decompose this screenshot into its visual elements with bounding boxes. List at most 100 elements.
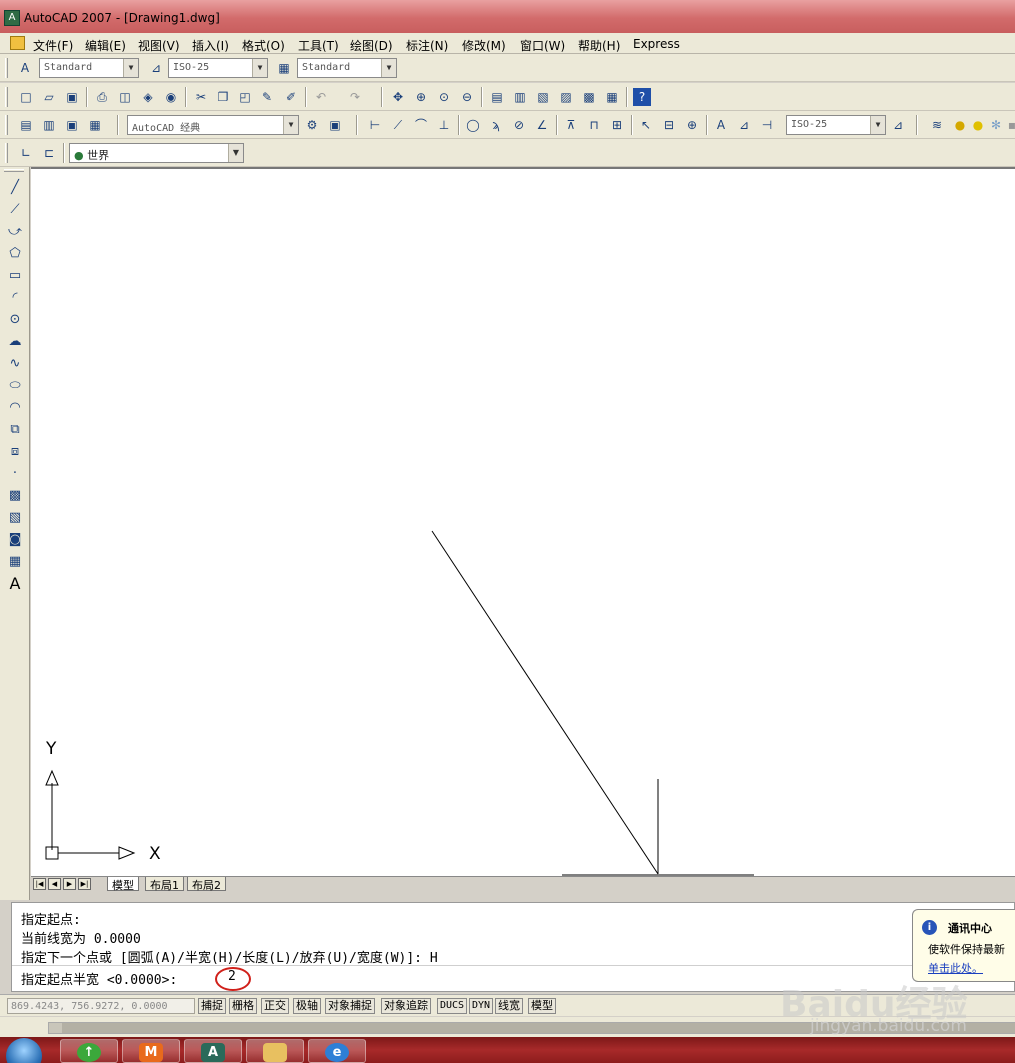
menu-file[interactable]: 文件(F) [33,37,73,54]
workspace-save-icon[interactable]: ▣ [326,116,344,134]
zoom-realtime-icon[interactable]: ⊕ [412,88,430,106]
notification-link[interactable]: 单击此处。 [928,960,983,976]
dim-style-select[interactable]: ISO-25 ▼ [168,58,268,78]
grid-toggle[interactable]: 栅格 [229,998,257,1014]
taskbar-app-2[interactable]: M [122,1039,180,1063]
calculator-icon[interactable]: ▦ [603,88,621,106]
drawing-canvas[interactable]: Y X [31,167,1015,876]
quick-leader-icon[interactable]: ↖ [637,116,655,134]
block-editor-icon[interactable]: ✐ [282,88,300,106]
chevron-down-icon[interactable]: ▼ [283,116,298,134]
lineweight-toggle[interactable]: 线宽 [495,998,523,1014]
osnap-toggle[interactable]: 对象捕捉 [325,998,375,1014]
pan-realtime-icon[interactable]: ✥ [389,88,407,106]
markup-icon[interactable]: ▩ [580,88,598,106]
menu-express[interactable]: Express [633,37,680,51]
last-tab-icon[interactable]: ▶| [78,878,91,890]
properties-icon[interactable]: ▤ [488,88,506,106]
ortho-toggle[interactable]: 正交 [261,998,289,1014]
quick-dim-icon[interactable]: ⊼ [562,116,580,134]
plot-icon[interactable]: ⎙ [93,88,111,106]
text-style-icon[interactable]: A [16,59,34,77]
dim-style-manager-icon[interactable]: ⊿ [889,116,907,134]
first-tab-icon[interactable]: |◀ [33,878,46,890]
spline-icon[interactable]: ∿ [5,354,25,374]
tolerance-icon[interactable]: ⊟ [660,116,678,134]
menu-window[interactable]: 窗口(W) [520,37,565,54]
angular-dim-icon[interactable]: ∠ [533,116,551,134]
linear-dim-icon[interactable]: ⊢ [366,116,384,134]
chevron-down-icon[interactable]: ▼ [870,116,885,134]
save-icon[interactable]: ▣ [63,88,81,106]
sheet-set-icon[interactable]: ▨ [557,88,575,106]
layer-properties-icon[interactable]: ≋ [928,116,946,134]
chevron-down-icon[interactable]: ▼ [252,59,267,77]
toolbar-grip[interactable] [4,169,24,172]
dim-style-icon[interactable]: ⊿ [147,59,165,77]
workspace-select[interactable]: AutoCAD 经典 ▼ [127,115,299,135]
construction-line-icon[interactable]: ⟋ [5,200,25,220]
toolbar-grip[interactable] [5,143,8,163]
open-file-icon[interactable]: ▱ [40,88,58,106]
menu-dimension[interactable]: 标注(N) [406,37,448,54]
menu-help[interactable]: 帮助(H) [578,37,620,54]
redo-icon[interactable]: ↷ [346,88,364,106]
point-icon[interactable]: · [5,464,25,484]
command-input[interactable]: 2 [228,969,236,984]
prev-tab-icon[interactable]: ◀ [48,878,61,890]
polyline-icon[interactable]: ⤻ [5,222,25,242]
new-file-icon[interactable]: □ [17,88,35,106]
communication-center-balloon[interactable]: i 通讯中心 使软件保持最新 单击此处。 [912,909,1015,982]
menu-insert[interactable]: 插入(I) [192,37,229,54]
layer-states-icon[interactable]: ▥ [40,116,58,134]
tab-layout2[interactable]: 布局2 [187,877,226,892]
tool-palettes-icon[interactable]: ▧ [534,88,552,106]
arc-icon[interactable]: ◜ [5,288,25,308]
tab-layout1[interactable]: 布局1 [145,877,184,892]
dyn-toggle[interactable]: DYN [469,998,494,1014]
continue-dim-icon[interactable]: ⊞ [608,116,626,134]
undo-icon[interactable]: ↶ [312,88,330,106]
help-icon[interactable]: ? [633,88,651,106]
baseline-dim-icon[interactable]: ⊓ [585,116,603,134]
copy-icon[interactable]: ❐ [214,88,232,106]
polar-toggle[interactable]: 极轴 [293,998,321,1014]
menu-format[interactable]: 格式(O) [242,37,285,54]
chevron-down-icon[interactable]: ▼ [381,59,396,77]
ducs-toggle[interactable]: DUCS [437,998,468,1014]
document-icon[interactable] [10,36,25,50]
ucs-manager-icon[interactable]: ⊏ [40,144,58,162]
drawing-svg[interactable] [31,169,1015,878]
menu-view[interactable]: 视图(V) [138,37,180,54]
hatch-icon[interactable]: ▩ [5,486,25,506]
lightbulb-icon[interactable]: ● [951,116,969,134]
match-properties-icon[interactable]: ✎ [258,88,276,106]
chevron-down-icon[interactable]: ▼ [228,144,243,162]
chevron-down-icon[interactable]: ▼ [123,59,138,77]
ucs-icon[interactable]: ∟ [17,144,35,162]
otrack-toggle[interactable]: 对象追踪 [381,998,431,1014]
ellipse-arc-icon[interactable]: ◠ [5,398,25,418]
snap-toggle[interactable]: 捕捉 [198,998,226,1014]
layer-previous-icon[interactable]: ▣ [63,116,81,134]
rectangle-icon[interactable]: ▭ [5,266,25,286]
model-toggle[interactable]: 模型 [528,998,556,1014]
table-icon[interactable]: ▦ [5,552,25,572]
menu-draw[interactable]: 绘图(D) [350,37,393,54]
menu-tools[interactable]: 工具(T) [298,37,339,54]
dim-style-select-2[interactable]: ISO-25 ▼ [786,115,886,135]
layer-match-icon[interactable]: ▦ [86,116,104,134]
menu-edit[interactable]: 编辑(E) [85,37,126,54]
toolbar-grip[interactable] [5,58,8,78]
ellipse-icon[interactable]: ⬭ [5,376,25,396]
circle-icon[interactable]: ⊙ [5,310,25,330]
lock-icon[interactable]: ▪ [1003,116,1015,134]
taskbar-app-1[interactable]: ↑ [60,1039,118,1063]
etransmit-icon[interactable]: ◉ [162,88,180,106]
insert-block-icon[interactable]: ⧉ [5,420,25,440]
start-button[interactable] [6,1038,42,1063]
toolbar-grip[interactable] [5,87,8,107]
arc-length-icon[interactable]: ⌒ [412,116,430,134]
make-block-icon[interactable]: ⧈ [5,442,25,462]
sun-icon[interactable]: ● [969,116,987,134]
